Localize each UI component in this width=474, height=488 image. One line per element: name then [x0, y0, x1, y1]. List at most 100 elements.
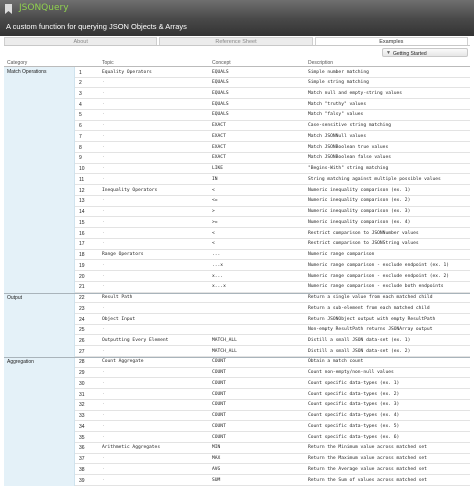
- row-number: 1: [79, 69, 82, 76]
- table-row[interactable]: 10 · LIKE "Begins-With" string matching: [75, 164, 470, 175]
- table-row[interactable]: 34 · COUNT Count specific data-types (ex. 5…: [75, 421, 470, 433]
- category-group: Output 22 Result Path Return a single value…: [4, 292, 470, 357]
- tab-examples[interactable]: Examples: [314, 37, 468, 45]
- category-label: Output: [7, 294, 23, 301]
- section-dropdown[interactable]: ▼ Getting Started: [382, 48, 468, 57]
- row-concept: EQUALS: [212, 80, 229, 86]
- row-description: Match JSONBoolean true values: [308, 144, 389, 150]
- table-row[interactable]: 28 Count Aggregate COUNT Obtain a match cou…: [75, 357, 470, 368]
- table-row[interactable]: 39 · SUM Return the Sum of values across ma…: [75, 475, 470, 486]
- row-concept: COUNT: [212, 402, 226, 408]
- table-row[interactable]: 15 · >= Numeric inequality comparison (ex. …: [75, 217, 470, 229]
- table-row[interactable]: 35 · COUNT Count specific data-types (ex. 6…: [75, 432, 470, 443]
- table-row[interactable]: 26 Outputting Every Element MATCH_ALL Disti…: [75, 335, 470, 347]
- table-row[interactable]: 29 · COUNT Count non-empty/non-null values: [75, 368, 470, 379]
- table-row[interactable]: 3 · EQUALS Match null and empty-string valu…: [75, 88, 470, 100]
- table-row[interactable]: 20 · x... Numeric range comparison - exclud…: [75, 271, 470, 282]
- row-number: 13: [79, 198, 85, 205]
- row-topic: ·: [102, 166, 105, 172]
- row-number: 5: [79, 112, 82, 119]
- table-row[interactable]: 19 · ...x Numeric range comparison - exclud…: [75, 260, 470, 272]
- app-subtitle: A custom function for querying JSON Obje…: [6, 22, 187, 31]
- row-concept: <: [212, 241, 215, 247]
- table-row[interactable]: 12 Inequality Operators < Numeric inequalit…: [75, 185, 470, 196]
- header-category: Category: [7, 60, 28, 66]
- tab-reference-sheet[interactable]: Reference Sheet: [159, 37, 313, 45]
- row-number: 25: [79, 327, 85, 334]
- row-topic: ·: [102, 90, 105, 96]
- table-row[interactable]: 25 · Non-empty ResultPath returns JSONArra…: [75, 325, 470, 336]
- row-concept: >=: [212, 219, 218, 225]
- row-topic: ·: [102, 144, 105, 150]
- row-number: 20: [79, 273, 85, 280]
- row-number: 15: [79, 219, 85, 226]
- row-description: String matching against multiple possibl…: [308, 176, 441, 182]
- row-concept: COUNT: [212, 423, 226, 429]
- row-description: Match null and empty-string values: [308, 90, 403, 96]
- row-number: 21: [79, 284, 85, 291]
- row-number: 32: [79, 402, 85, 409]
- row-description: Distill a small JSON data-set (ex. 2): [308, 348, 411, 354]
- category-cell: Match Operations: [4, 67, 75, 293]
- table-row[interactable]: 11 · IN String matching against multiple po…: [75, 174, 470, 186]
- table-row[interactable]: 33 · COUNT Count specific data-types (ex. 4…: [75, 411, 470, 422]
- tab-about[interactable]: About: [4, 37, 158, 45]
- category-label: Aggregation: [7, 358, 34, 365]
- row-topic: ·: [102, 219, 105, 225]
- row-concept: COUNT: [212, 380, 226, 386]
- table-row[interactable]: 22 Result Path Return a single value from …: [75, 293, 470, 304]
- table-row[interactable]: 18 Range Operators... Numeric range compar…: [75, 250, 470, 261]
- row-topic: ·: [102, 112, 105, 118]
- row-topic: ·: [102, 423, 105, 429]
- row-number: 14: [79, 209, 85, 216]
- table-row[interactable]: 17 · < Restrict comparison to JSONString va…: [75, 239, 470, 250]
- table-row[interactable]: 7 · EXACT Match JSONNull values: [75, 131, 470, 143]
- row-description: Count non-empty/non-null values: [308, 370, 394, 376]
- table-row[interactable]: 2 · EQUALS Simple string matching: [75, 78, 470, 89]
- row-description: Numeric inequality comparison (ex. 4): [308, 219, 411, 225]
- row-description: Return JSONObject output with empty Resu…: [308, 316, 436, 322]
- row-description: Restrict comparison to JSONNumber values: [308, 230, 419, 236]
- row-number: 30: [79, 380, 85, 387]
- table-row[interactable]: 13 · <= Numeric inequality comparison (ex. …: [75, 196, 470, 207]
- app-title: JSONQuery: [19, 3, 69, 13]
- table-row[interactable]: 27 · MATCH_ALL Distill a small JSON data-se…: [75, 346, 470, 357]
- row-number: 31: [79, 391, 85, 398]
- table-row[interactable]: 38 · AVG Return the Average value across ma…: [75, 464, 470, 476]
- row-description: Count specific data-types (ex. 4): [308, 413, 400, 419]
- table-row[interactable]: 9 · EXACT Match JSONBoolean false values: [75, 153, 470, 164]
- row-topic: ·: [102, 262, 105, 268]
- table-row[interactable]: 37 · MAX Return the Maximum value across ma…: [75, 454, 470, 465]
- table-row[interactable]: 36 Arithmetic Aggregates MIN Return the Min…: [75, 443, 470, 454]
- table-row[interactable]: 32 · COUNT Count specific data-types (ex. 3…: [75, 400, 470, 411]
- row-topic: ·: [102, 284, 105, 290]
- row-description: Numeric range comparison - exclude endpo…: [308, 262, 450, 268]
- row-concept: <: [212, 230, 215, 236]
- row-description: Count specific data-types (ex. 2): [308, 391, 400, 397]
- row-number: 38: [79, 466, 85, 473]
- row-topic: ·: [102, 466, 105, 472]
- header-description: Description: [308, 60, 334, 66]
- table-row[interactable]: 23 · Return a sub-element from each matche…: [75, 303, 470, 314]
- table-row[interactable]: 1 Equality Operators EQUALS Simple number m…: [75, 67, 470, 78]
- row-number: 9: [79, 155, 82, 162]
- table-row[interactable]: 30 · COUNT Count specific data-types (ex. 1…: [75, 378, 470, 390]
- row-number: 11: [79, 176, 85, 183]
- row-concept: COUNT: [212, 413, 226, 419]
- row-concept: <: [212, 187, 215, 193]
- row-topic: ·: [102, 413, 105, 419]
- title-bar: JSONQuery: [0, 0, 474, 18]
- row-concept: EXACT: [212, 133, 226, 139]
- table-row[interactable]: 16 · < Restrict comparison to JSONNumber va…: [75, 228, 470, 239]
- table-row[interactable]: 8 · EXACT Match JSONBoolean true values: [75, 142, 470, 153]
- table-row[interactable]: 5 · EQUALS Match "falsy" values: [75, 110, 470, 121]
- table-body: Match Operations 1 Equality Operators EQUAL…: [4, 67, 470, 488]
- table-row[interactable]: 24 Object Input Return JSONObject output w…: [75, 314, 470, 325]
- table-row[interactable]: 6 · EXACT Case-sensitive string matching: [75, 121, 470, 132]
- table-row[interactable]: 14 · > Numeric inequality comparison (ex. 3…: [75, 207, 470, 218]
- table-row[interactable]: 31 · COUNT Count specific data-types (ex. 2…: [75, 389, 470, 400]
- table-row[interactable]: 21 · x...x Numeric range comparison - exclu…: [75, 282, 470, 293]
- table-row[interactable]: 4 · EQUALS Match "truthy" values: [75, 99, 470, 110]
- row-description: Match "falsy" values: [308, 112, 364, 118]
- row-topic: ·: [102, 80, 105, 86]
